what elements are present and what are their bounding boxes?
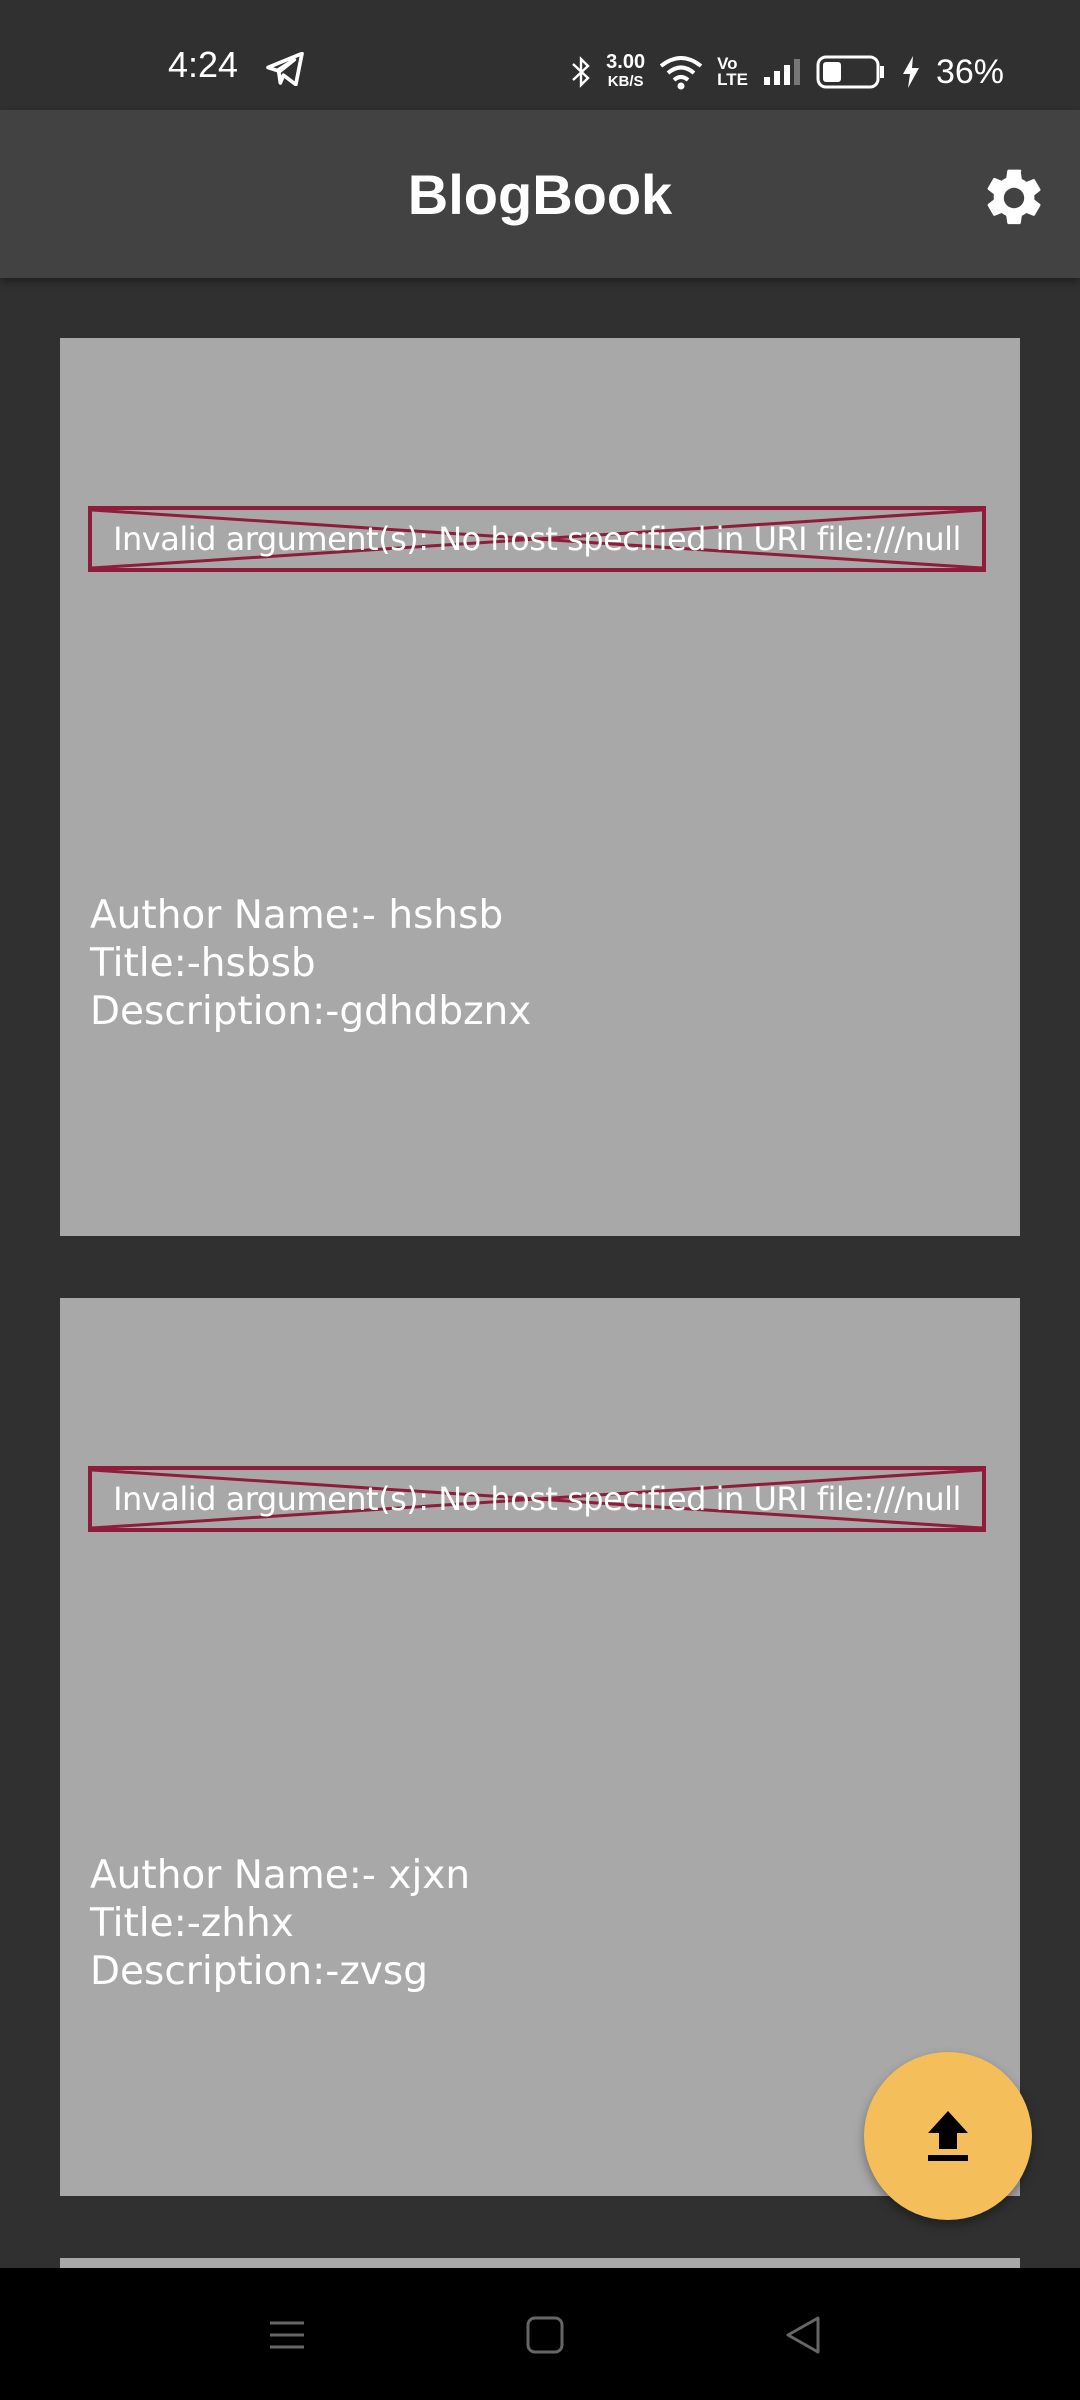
status-bar: 4:24 3.00 KB/S Vo LTE 36%: [0, 0, 1080, 110]
post-card[interactable]: Invalid argument(s): No host specified i…: [60, 1298, 1020, 2196]
post-details: Author Name:- hshsb Title:-hsbsb Descrip…: [90, 892, 531, 1036]
app-bar: BlogBook: [0, 110, 1080, 278]
post-description: Description:-zvsg: [90, 1949, 428, 1994]
battery-percent: 36%: [935, 52, 1004, 91]
signal-icon: [763, 59, 800, 85]
speed-value: 3.00: [606, 51, 646, 73]
battery-icon: [816, 55, 884, 89]
upload-icon: [928, 2111, 968, 2161]
back-icon[interactable]: [778, 2310, 828, 2360]
home-icon[interactable]: [520, 2310, 570, 2360]
bluetooth-icon: [572, 56, 590, 88]
speed-unit: KB/S: [607, 73, 644, 90]
volte-indicator: Vo LTE: [717, 55, 748, 89]
app-title: BlogBook: [407, 163, 673, 226]
status-icons: 3.00 KB/S Vo LTE 36%: [570, 44, 1004, 100]
status-time: 4:24: [168, 44, 239, 85]
charging-icon: [902, 56, 919, 88]
post-author: Author Name:- hshsb: [90, 893, 504, 938]
upload-button[interactable]: [864, 2052, 1032, 2220]
post-description: Description:-gdhdbznx: [90, 989, 532, 1034]
telegram-icon: [266, 52, 304, 86]
post-title: Title:-hsbsb: [90, 941, 316, 986]
network-speed: 3.00 KB/S: [606, 51, 646, 91]
menu-icon[interactable]: [262, 2310, 312, 2360]
post-title: Title:-zhhx: [90, 1901, 294, 1946]
image-error-text: Invalid argument(s): No host specified i…: [113, 520, 961, 558]
system-nav-bar: [0, 2268, 1080, 2400]
post-details: Author Name:- xjxn Title:-zhhx Descripti…: [90, 1852, 470, 1996]
post-card[interactable]: Invalid argument(s): No host specified i…: [60, 338, 1020, 1236]
broken-image: Invalid argument(s): No host specified i…: [88, 506, 986, 572]
image-error-text: Invalid argument(s): No host specified i…: [113, 1480, 961, 1518]
volte-bottom: LTE: [717, 70, 748, 89]
broken-image: Invalid argument(s): No host specified i…: [88, 1466, 986, 1532]
gear-icon[interactable]: [980, 164, 1048, 232]
post-author: Author Name:- xjxn: [90, 1853, 471, 1898]
wifi-icon: [659, 56, 703, 90]
